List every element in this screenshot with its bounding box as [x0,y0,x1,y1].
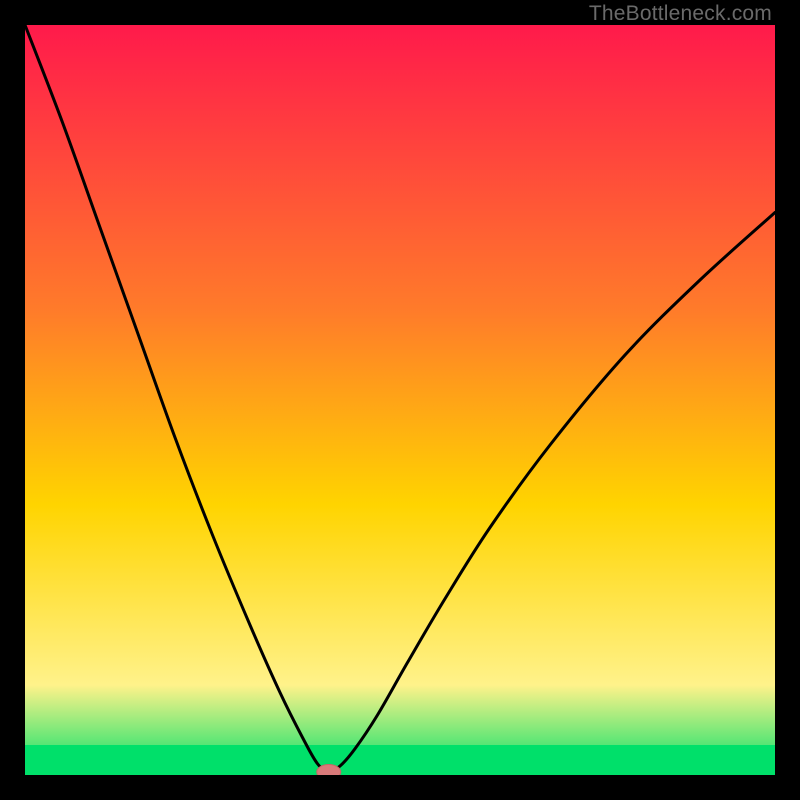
optimum-marker [317,765,341,776]
gradient-background [25,25,775,775]
green-baseline-band [25,745,775,775]
watermark-text: TheBottleneck.com [589,2,772,26]
bottleneck-plot [25,25,775,775]
chart-frame [25,25,775,775]
